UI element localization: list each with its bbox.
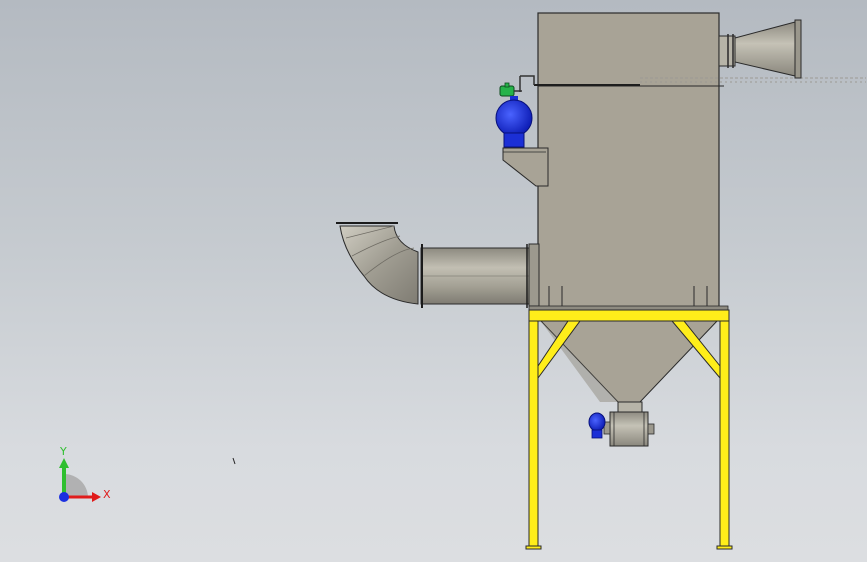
y-axis-label: Y xyxy=(59,445,67,458)
solenoid-valve-icon xyxy=(499,82,522,97)
z-axis-dot-icon xyxy=(59,492,69,502)
filter-housing[interactable] xyxy=(537,12,724,311)
air-tank-icon xyxy=(495,99,533,148)
coordinate-triad: Y X xyxy=(59,445,111,502)
outlet-cone[interactable] xyxy=(718,19,802,79)
cad-viewport[interactable]: Y X xyxy=(0,0,867,562)
tank-bracket xyxy=(502,147,549,187)
gear-motor-icon xyxy=(588,412,606,439)
inlet-duct[interactable] xyxy=(420,243,540,308)
x-axis-label: X xyxy=(103,488,111,501)
pulse-valve-assembly[interactable] xyxy=(495,75,535,148)
dust-collector-model[interactable]: Y X xyxy=(0,0,867,562)
rotary-valve[interactable] xyxy=(588,401,655,447)
stray-cursor-mark xyxy=(232,457,236,465)
inlet-elbow[interactable] xyxy=(336,222,419,305)
